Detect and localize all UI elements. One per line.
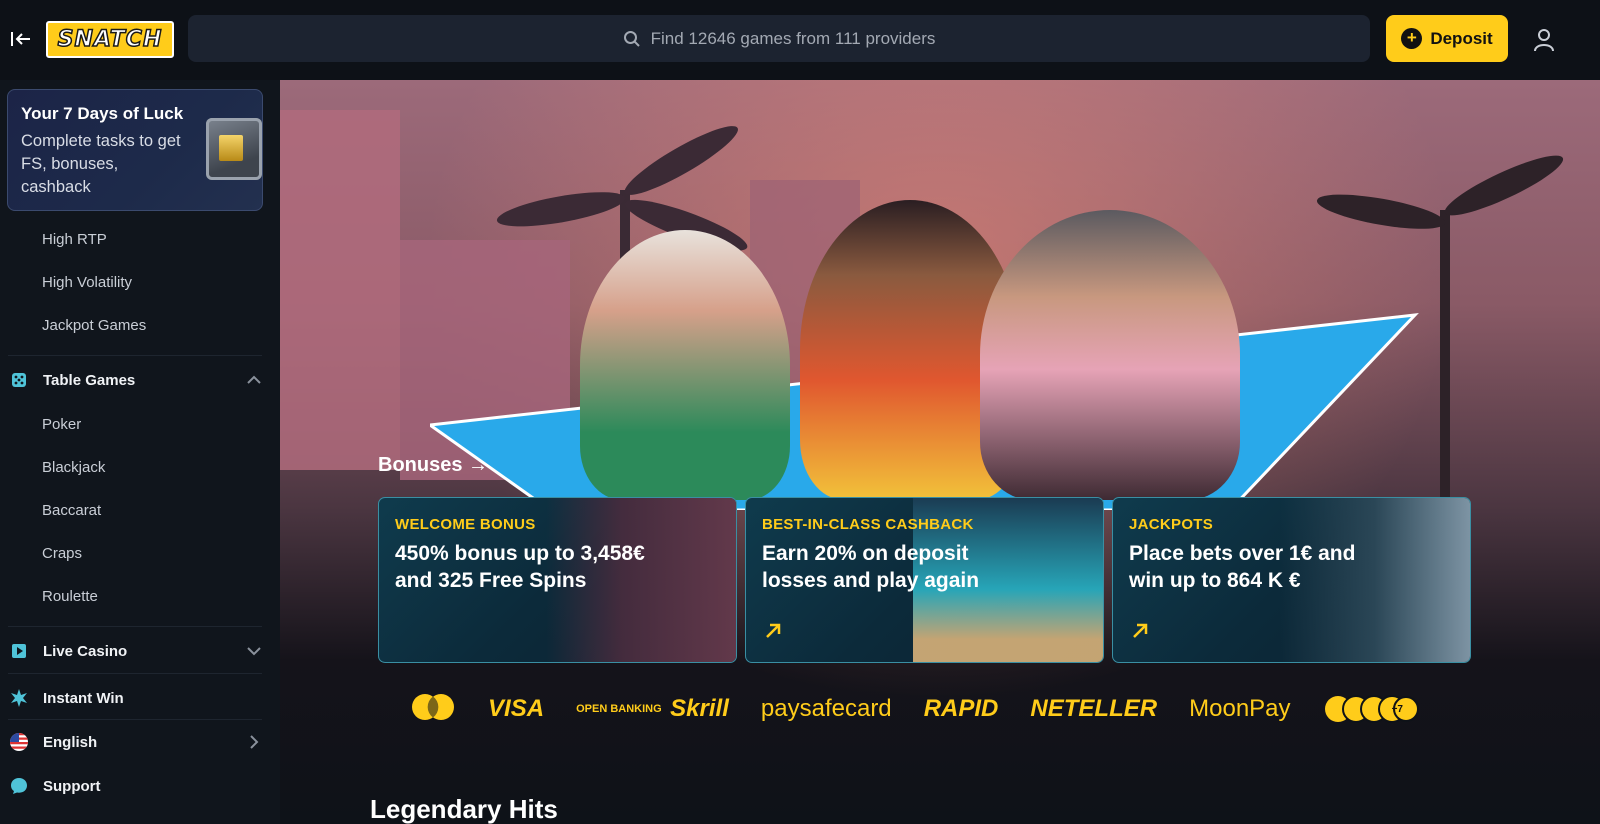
deposit-label: Deposit — [1430, 28, 1493, 48]
sidebar-divider — [8, 719, 262, 720]
paysafecard-logo: paysafecard — [760, 695, 892, 722]
card-body: 450% bonus up to 3,458€ and 325 Free Spi… — [395, 542, 645, 592]
deposit-button[interactable]: + Deposit — [1386, 15, 1508, 62]
visa-logo: VISA — [488, 695, 545, 722]
building-shape — [280, 110, 400, 470]
sidebar-item-roulette[interactable]: Roulette — [42, 588, 98, 605]
crypto-coins-icon: +7 — [1323, 694, 1430, 724]
palm-leaf-shape — [618, 116, 745, 205]
skrill-logo: Skrill — [670, 695, 729, 722]
card-title: WELCOME BONUS — [395, 516, 536, 533]
table-games-label: Table Games — [43, 371, 136, 389]
search-input[interactable]: Find 12646 games from 111 providers — [188, 15, 1370, 62]
collapse-sidebar-icon[interactable] — [8, 26, 34, 52]
jackpots-card[interactable]: JACKPOTS Place bets over 1€ and win up t… — [1112, 497, 1471, 663]
card-title: JACKPOTS — [1129, 516, 1214, 533]
promo-7-days-card[interactable]: Your 7 Days of Luck Complete tasks to ge… — [7, 89, 263, 211]
rapid-logo: RAPID — [923, 695, 999, 722]
sidebar-item-live-casino[interactable]: Live Casino — [0, 631, 280, 671]
main-content: Bonuses → WELCOME BONUS 450% bonus up to… — [280, 80, 1600, 824]
sidebar-item-blackjack[interactable]: Blackjack — [42, 459, 105, 476]
neteller-logo: NETELLER — [1030, 695, 1158, 722]
chevron-right-icon — [244, 732, 264, 752]
palm-tree-shape — [1440, 210, 1450, 530]
promo-text: Complete tasks to get FS, bonuses, cashb… — [21, 132, 181, 196]
chevron-up-icon — [244, 370, 264, 390]
section-title: Legendary Hits — [370, 794, 558, 824]
sidebar-item-high-volatility[interactable]: High Volatility — [42, 274, 132, 291]
open-banking-logo: OPEN BANKING — [576, 703, 662, 715]
snatch-logo[interactable]: SNATCH — [46, 21, 174, 58]
sidebar-divider — [8, 673, 262, 674]
promo-title: Your 7 Days of Luck — [21, 104, 184, 123]
character-man-suit-illustration — [980, 210, 1240, 500]
mastercard-icon — [410, 693, 456, 726]
cashback-card[interactable]: BEST-IN-CLASS CASHBACK Earn 20% on depos… — [745, 497, 1104, 663]
sidebar-item-high-rtp[interactable]: High RTP — [42, 231, 107, 248]
sidebar-item-craps[interactable]: Craps — [42, 545, 82, 562]
bonuses-link[interactable]: Bonuses → — [378, 454, 488, 477]
payment-methods-row: VISA OPEN BANKING Skrill paysafecard RAP… — [410, 692, 1430, 726]
safe-icon — [206, 118, 262, 180]
card-body: Earn 20% on deposit losses and play agai… — [762, 542, 980, 592]
plus-icon: + — [1401, 28, 1423, 49]
palm-leaf-shape — [494, 185, 628, 234]
play-icon — [10, 642, 28, 660]
search-icon — [623, 30, 640, 47]
burst-icon — [10, 689, 28, 707]
sidebar-item-jackpot-games[interactable]: Jackpot Games — [42, 317, 146, 334]
arrow-up-right-icon — [1131, 622, 1149, 645]
us-flag-icon — [10, 733, 28, 751]
top-header: SNATCH Find 12646 games from 111 provide… — [0, 0, 1600, 80]
sidebar-item-poker[interactable]: Poker — [42, 416, 81, 433]
language-label: English — [43, 733, 98, 751]
sidebar-divider — [8, 626, 262, 627]
sidebar-item-language[interactable]: English — [0, 722, 280, 762]
sidebar-item-instant-win[interactable]: Instant Win — [0, 678, 280, 718]
dice-icon — [10, 371, 28, 389]
sidebar: Your 7 Days of Luck Complete tasks to ge… — [0, 80, 280, 824]
chevron-down-icon — [244, 641, 264, 661]
crypto-more-count: +7 — [1391, 703, 1403, 715]
welcome-bonus-card[interactable]: WELCOME BONUS 450% bonus up to 3,458€ an… — [378, 497, 737, 663]
card-title: BEST-IN-CLASS CASHBACK — [762, 516, 974, 533]
support-label: Support — [43, 777, 101, 795]
live-casino-label: Live Casino — [43, 642, 128, 660]
chat-bubble-icon — [10, 777, 28, 795]
instant-win-label: Instant Win — [43, 689, 124, 707]
sidebar-item-support[interactable]: Support — [0, 766, 280, 806]
sidebar-divider — [8, 355, 262, 356]
moonpay-logo: MoonPay — [1189, 695, 1291, 722]
character-woman-illustration — [580, 230, 790, 500]
palm-leaf-shape — [1314, 187, 1448, 236]
sidebar-item-table-games[interactable]: Table Games — [0, 360, 280, 400]
search-placeholder: Find 12646 games from 111 providers — [650, 28, 936, 48]
arrow-up-right-icon — [764, 622, 782, 645]
sidebar-item-baccarat[interactable]: Baccarat — [42, 502, 101, 519]
user-icon[interactable] — [1528, 24, 1560, 56]
card-body: Place bets over 1€ and win up to 864 K € — [1129, 542, 1356, 592]
palm-leaf-shape — [1439, 146, 1569, 225]
